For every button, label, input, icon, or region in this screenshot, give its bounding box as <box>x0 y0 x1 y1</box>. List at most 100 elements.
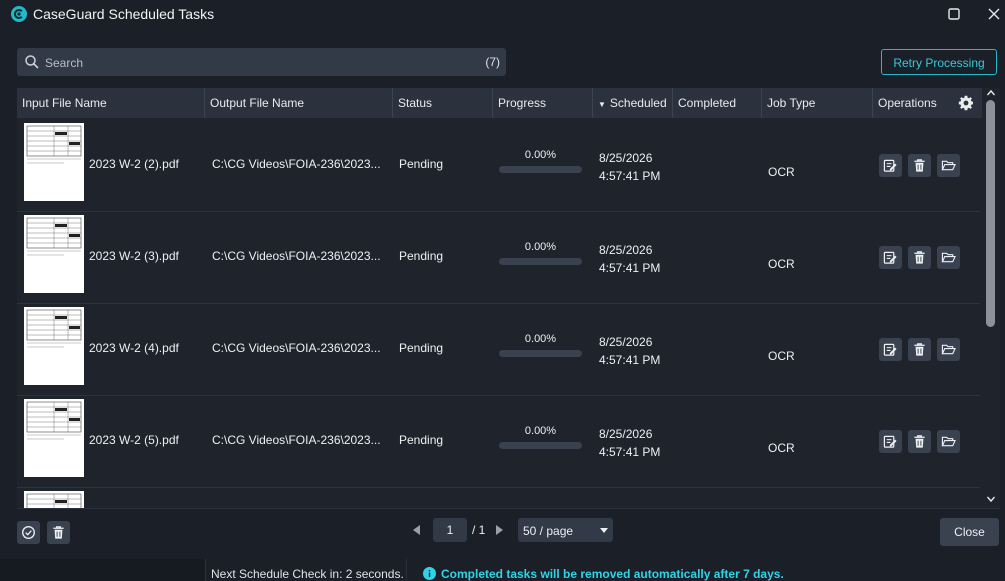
retry-processing-button[interactable]: Retry Processing <box>881 49 997 75</box>
trash-icon <box>53 526 64 539</box>
open-folder-button[interactable] <box>937 154 960 177</box>
column-header-completed[interactable]: Completed <box>673 88 762 118</box>
page-size-value: 50 / page <box>523 524 574 538</box>
status-text: Pending <box>399 249 444 263</box>
gear-icon[interactable] <box>958 95 974 111</box>
input-file-name: 2023 W-2 (4).pdf <box>89 341 179 355</box>
scheduled-datetime: 8/25/2026 4:57:41 PM <box>599 149 660 185</box>
table-row[interactable]: 2023 W-2 (4).pdf C:\CG Videos\FOIA-236\2… <box>17 303 980 396</box>
progress-percent: 0.00% <box>524 333 557 345</box>
table-row[interactable]: 2023 W-2 (5).pdf C:\CG Videos\FOIA-236\2… <box>17 395 980 488</box>
vertical-scrollbar[interactable] <box>982 88 1000 508</box>
maximize-icon[interactable] <box>944 4 964 24</box>
document-thumbnail <box>24 215 84 293</box>
column-header-scheduled[interactable]: ▼ Scheduled <box>593 88 673 118</box>
table-row[interactable] <box>17 487 980 508</box>
scrollbar-thumb[interactable] <box>986 100 995 327</box>
page-number-input[interactable] <box>433 518 467 542</box>
edit-icon <box>883 251 897 264</box>
document-thumbnail <box>24 307 84 385</box>
trash-icon <box>914 159 925 172</box>
edit-task-button[interactable] <box>879 430 902 453</box>
open-folder-button[interactable] <box>937 338 960 361</box>
close-button[interactable]: Close <box>940 518 999 546</box>
search-icon <box>25 55 39 69</box>
open-folder-button[interactable] <box>937 246 960 269</box>
progress-percent: 0.00% <box>524 241 557 253</box>
output-file-name: C:\CG Videos\FOIA-236\2023... <box>212 433 381 447</box>
edit-task-button[interactable] <box>879 154 902 177</box>
column-header-status[interactable]: Status <box>393 88 493 118</box>
scheduled-datetime: 8/25/2026 4:57:41 PM <box>599 425 660 461</box>
edit-icon <box>883 435 897 448</box>
output-file-name: C:\CG Videos\FOIA-236\2023... <box>212 157 381 171</box>
scheduled-date: 8/25/2026 <box>599 243 653 257</box>
title-bar: CaseGuard Scheduled Tasks <box>0 0 1005 28</box>
edit-task-button[interactable] <box>879 246 902 269</box>
folder-open-icon <box>941 160 956 171</box>
delete-selected-button[interactable] <box>47 521 70 544</box>
delete-task-button[interactable] <box>908 154 931 177</box>
check-circle-icon <box>22 526 35 539</box>
delete-task-button[interactable] <box>908 246 931 269</box>
delete-task-button[interactable] <box>908 338 931 361</box>
schedule-check-text: Next Schedule Check in: 2 seconds. <box>211 567 404 581</box>
w2-form-thumbnail-icon <box>26 401 82 440</box>
chevron-down-icon[interactable] <box>986 494 996 504</box>
close-icon[interactable] <box>984 4 1004 24</box>
scheduled-date: 8/25/2026 <box>599 335 653 349</box>
w2-form-thumbnail-icon <box>26 309 82 348</box>
input-file-name: 2023 W-2 (3).pdf <box>89 249 179 263</box>
progress-bar <box>499 350 582 357</box>
job-type: OCR <box>768 165 795 179</box>
open-folder-button[interactable] <box>937 430 960 453</box>
document-thumbnail <box>24 399 84 477</box>
column-header-input-file-name[interactable]: Input File Name <box>17 88 205 118</box>
w2-form-thumbnail-icon <box>26 493 82 508</box>
scheduled-time: 4:57:41 PM <box>599 261 661 275</box>
scheduled-datetime: 8/25/2026 4:57:41 PM <box>599 241 660 277</box>
table-header: Input File Name Output File Name Status … <box>17 88 1000 118</box>
column-header-progress[interactable]: Progress <box>493 88 593 118</box>
select-all-button[interactable] <box>17 521 40 544</box>
output-file-name: C:\CG Videos\FOIA-236\2023... <box>212 341 381 355</box>
table-row[interactable]: 2023 W-2 (2).pdf C:\CG Videos\FOIA-236\2… <box>17 119 980 212</box>
status-bar-separator <box>406 559 407 581</box>
scheduled-date: 8/25/2026 <box>599 427 653 441</box>
column-header-job-type[interactable]: Job Type <box>762 88 873 118</box>
job-type: OCR <box>768 349 795 363</box>
scheduled-time: 4:57:41 PM <box>599 353 661 367</box>
table-row[interactable]: 2023 W-2 (3).pdf C:\CG Videos\FOIA-236\2… <box>17 211 980 304</box>
chevron-up-icon[interactable] <box>986 88 996 98</box>
status-text: Pending <box>399 433 444 447</box>
chevron-right-icon[interactable] <box>492 523 506 537</box>
scheduled-date: 8/25/2026 <box>599 151 653 165</box>
info-message: Completed tasks will be removed automati… <box>441 567 784 581</box>
scheduled-datetime: 8/25/2026 4:57:41 PM <box>599 333 660 369</box>
input-file-name: 2023 W-2 (5).pdf <box>89 433 179 447</box>
edit-icon <box>883 343 897 356</box>
delete-task-button[interactable] <box>908 430 931 453</box>
page-size-select[interactable]: 50 / page <box>518 518 613 542</box>
status-bar: Next Schedule Check in: 2 seconds. Compl… <box>0 559 1005 581</box>
document-thumbnail <box>24 123 84 201</box>
edit-icon <box>883 159 897 172</box>
progress-percent: 0.00% <box>524 425 557 437</box>
document-thumbnail <box>24 491 84 508</box>
search-input[interactable] <box>43 52 467 74</box>
status-text: Pending <box>399 157 444 171</box>
trash-icon <box>914 435 925 448</box>
footer-divider <box>17 508 1000 509</box>
edit-task-button[interactable] <box>879 338 902 361</box>
trash-icon <box>914 343 925 356</box>
info-icon <box>423 567 436 580</box>
progress-percent: 0.00% <box>524 149 557 161</box>
w2-form-thumbnail-icon <box>26 217 82 256</box>
caseguard-logo-icon <box>11 6 27 22</box>
column-header-output-file-name[interactable]: Output File Name <box>205 88 393 118</box>
search-bar: (7) <box>17 48 506 76</box>
chevron-left-icon[interactable] <box>410 523 424 537</box>
w2-form-thumbnail-icon <box>26 125 82 164</box>
input-file-name: 2023 W-2 (2).pdf <box>89 157 179 171</box>
status-text: Pending <box>399 341 444 355</box>
